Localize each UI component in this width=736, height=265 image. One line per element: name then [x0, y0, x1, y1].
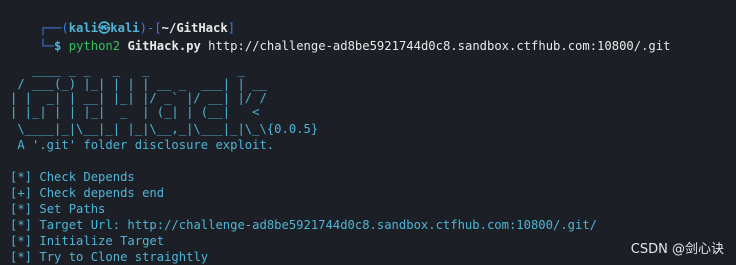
log-line: [*] Check Depends: [10, 169, 135, 185]
log-text: Target Url: http://challenge-ad8be592174…: [32, 218, 598, 232]
banner-tagline: A '.git' folder disclosure exploit.: [10, 138, 275, 152]
log-text: Set Paths: [32, 202, 106, 216]
prompt-corner-bottom: └─: [39, 39, 55, 53]
log-tag: [*]: [10, 202, 33, 216]
log-tag: [*]: [10, 170, 33, 184]
log-line: [*] Set Paths: [10, 201, 105, 217]
prompt-dollar: $: [54, 39, 69, 53]
log-tag: [*]: [10, 250, 33, 264]
banner-line-4: | |_| | | |_| _ | (_| | (__| <: [10, 105, 260, 119]
log-line: [*] Try to Clone straightly: [10, 249, 208, 265]
log-text: Initialize Target: [32, 234, 165, 248]
log-tag: [*]: [10, 234, 33, 248]
csdn-watermark: CSDN @剑心诀: [630, 242, 724, 257]
command-name: python2: [68, 39, 121, 53]
log-line: [+] Check depends end: [10, 185, 164, 201]
terminal-window[interactable]: ┌──(kali㉿kali)-[~/GitHack] └─$ python2 G…: [0, 0, 736, 265]
banner-line-5: \____|_|\__|_| |_|\__,_|\___|_|\_\{0.0.5…: [10, 122, 319, 136]
command-url-arg: http://challenge-ad8be5921744d0c8.sandbo…: [208, 39, 671, 53]
command-line[interactable]: └─$ python2 GitHack.py http://challenge-…: [10, 22, 670, 53]
command-script: GitHack.py: [127, 39, 201, 53]
log-tag: [+]: [10, 186, 33, 200]
log-tag: [*]: [10, 218, 33, 232]
log-line: [*] Initialize Target: [10, 233, 164, 249]
log-text: Try to Clone straightly: [32, 250, 209, 264]
log-line: [*] Target Url: http://challenge-ad8be59…: [10, 217, 597, 233]
prompt-header: ┌──(kali㉿kali)-[~/GitHack]: [10, 4, 235, 35]
log-text: Check depends end: [32, 186, 165, 200]
log-text: Check Depends: [32, 170, 135, 184]
